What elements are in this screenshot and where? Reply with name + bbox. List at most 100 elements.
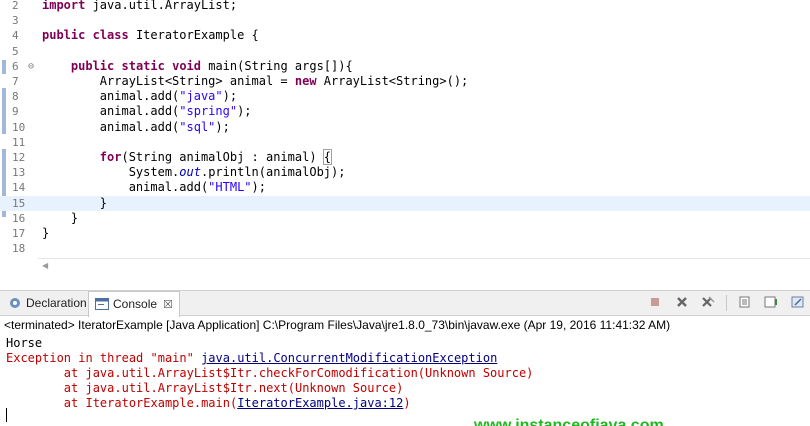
console-line: at java.util.ArrayList$Itr.checkForComod… [6,366,534,381]
line-number: 9 [12,105,19,119]
code-token: static [121,58,165,73]
code-token: } [42,226,50,240]
text-caret [6,408,7,422]
console-text: at java.util.ArrayList$Itr.next(Unknown … [6,381,404,395]
code-token: animal.add( [42,119,180,134]
code-token: System. [42,165,180,180]
code-line[interactable]: 7 ArrayList<String> animal = new ArrayLi… [0,74,810,89]
stack-trace-link[interactable]: java.util.ConcurrentModificationExceptio… [201,351,497,365]
code-token: ArrayList<String> animal = [42,74,295,88]
console-text: at IteratorExample.main( [6,396,238,410]
code-token: main(String args[]){ [201,58,353,73]
line-number: 7 [12,75,19,88]
code-text: } [42,226,49,241]
line-number: 18 [12,242,26,256]
console-output[interactable]: Horse Exception in thread "main" java.uti… [0,335,810,426]
code-text: System.out.println(animalObj); [42,165,346,180]
code-token: ); [251,180,266,195]
code-text: public class IteratorExample { [42,28,259,43]
code-token: class [92,28,129,43]
line-number: 13 [12,166,26,180]
code-line[interactable]: 11 [0,135,810,150]
code-text: animal.add("HTML"); [42,180,266,195]
console-line: Horse [6,336,42,351]
code-line[interactable]: 9 animal.add("spring"); [0,104,810,119]
fold-toggle-icon[interactable]: ⊖ [28,59,34,74]
code-line[interactable]: 17} [0,226,810,241]
code-editor[interactable]: 2 import java.util.ArrayList; 3 4 public cla… [0,0,810,258]
code-token: ); [222,89,238,104]
code-token: } [42,210,79,225]
line-number: 17 [12,227,26,240]
code-text: animal.add("java"); [42,89,237,104]
console-line: at IteratorExample.main(IteratorExample.… [6,396,411,411]
pin-console-icon[interactable] [789,295,806,312]
tab-console[interactable]: Console ☒ [88,291,180,317]
code-line[interactable]: 12 for(String animalObj : animal) { [0,149,810,165]
line-number: 3 [12,14,19,28]
code-text: animal.add("spring"); [42,104,252,119]
code-token: "HTML" [208,180,252,195]
line-number: 5 [12,44,19,58]
scroll-lock-icon[interactable] [736,295,753,312]
code-line[interactable]: 6 ⊖ public static void main(String args[]… [0,59,810,74]
console-launch-description: <terminated> IteratorExample [Java Appli… [0,317,810,334]
code-token: animal.add( [42,180,209,195]
code-line[interactable]: 16 } [0,211,810,226]
code-token: public [70,58,115,73]
code-line[interactable]: 8 animal.add("java"); [0,89,810,104]
code-token: animal.add( [42,89,180,104]
remove-all-terminated-icon[interactable] [700,295,717,312]
code-line[interactable]: 18 [0,241,810,256]
word-wrap-icon[interactable] [763,295,780,312]
declaration-icon [10,298,20,308]
scroll-left-arrow-icon[interactable]: ◀ [42,259,48,273]
console-toolbar [641,295,806,313]
code-text: animal.add("sql"); [42,120,230,135]
code-token: import [42,0,86,12]
line-number: 16 [12,211,26,225]
code-text: for(String animalObj : animal) { [42,149,333,165]
console-icon [95,298,109,310]
code-line[interactable]: 10 animal.add("sql"); [0,120,810,135]
view-tab-bar: Declaration Console ☒ [0,290,810,317]
remove-launch-icon[interactable] [673,295,690,312]
code-line[interactable]: 3 [0,13,810,28]
stack-trace-link[interactable]: IteratorExample.java:12 [237,396,403,410]
editor-horizontal-scrollbar[interactable]: ◀ [38,258,810,272]
console-line: Exception in thread "main" java.util.Con… [6,351,497,366]
code-text: } [42,211,78,226]
code-text: } [42,196,107,211]
code-line[interactable]: 4 public class IteratorExample { [0,28,810,43]
code-token: for [99,150,122,164]
code-line[interactable]: 2 import java.util.ArrayList; [0,0,810,13]
code-line[interactable]: 14 animal.add("HTML"); [0,180,810,195]
terminate-icon[interactable] [647,295,664,312]
close-icon[interactable]: ☒ [163,299,173,311]
watermark: www.instanceofjava.com [474,417,664,426]
code-line[interactable]: 5 [0,44,810,59]
tab-declaration-label: Declaration [26,296,87,310]
code-token: ); [215,119,230,134]
line-number: 14 [12,181,26,195]
tab-declaration[interactable]: Declaration [2,291,93,316]
code-line[interactable]: 15 } [0,195,810,211]
tab-console-label: Console [113,297,158,311]
line-number: 2 [12,0,19,12]
code-text: ArrayList<String> animal = new ArrayList… [42,74,468,89]
code-token: (String animalObj : animal) [121,150,324,164]
code-token: .println(animalObj); [200,165,346,180]
code-line[interactable]: 13 System.out.println(animalObj); [0,165,810,180]
code-token: animal.add( [42,104,180,119]
code-token: ); [237,104,252,119]
code-token: new [294,74,317,88]
console-text: Exception in thread "main" [6,351,202,365]
code-token: IteratorExample { [128,28,259,43]
line-number: 11 [12,135,26,149]
code-token: "sql" [179,119,216,134]
